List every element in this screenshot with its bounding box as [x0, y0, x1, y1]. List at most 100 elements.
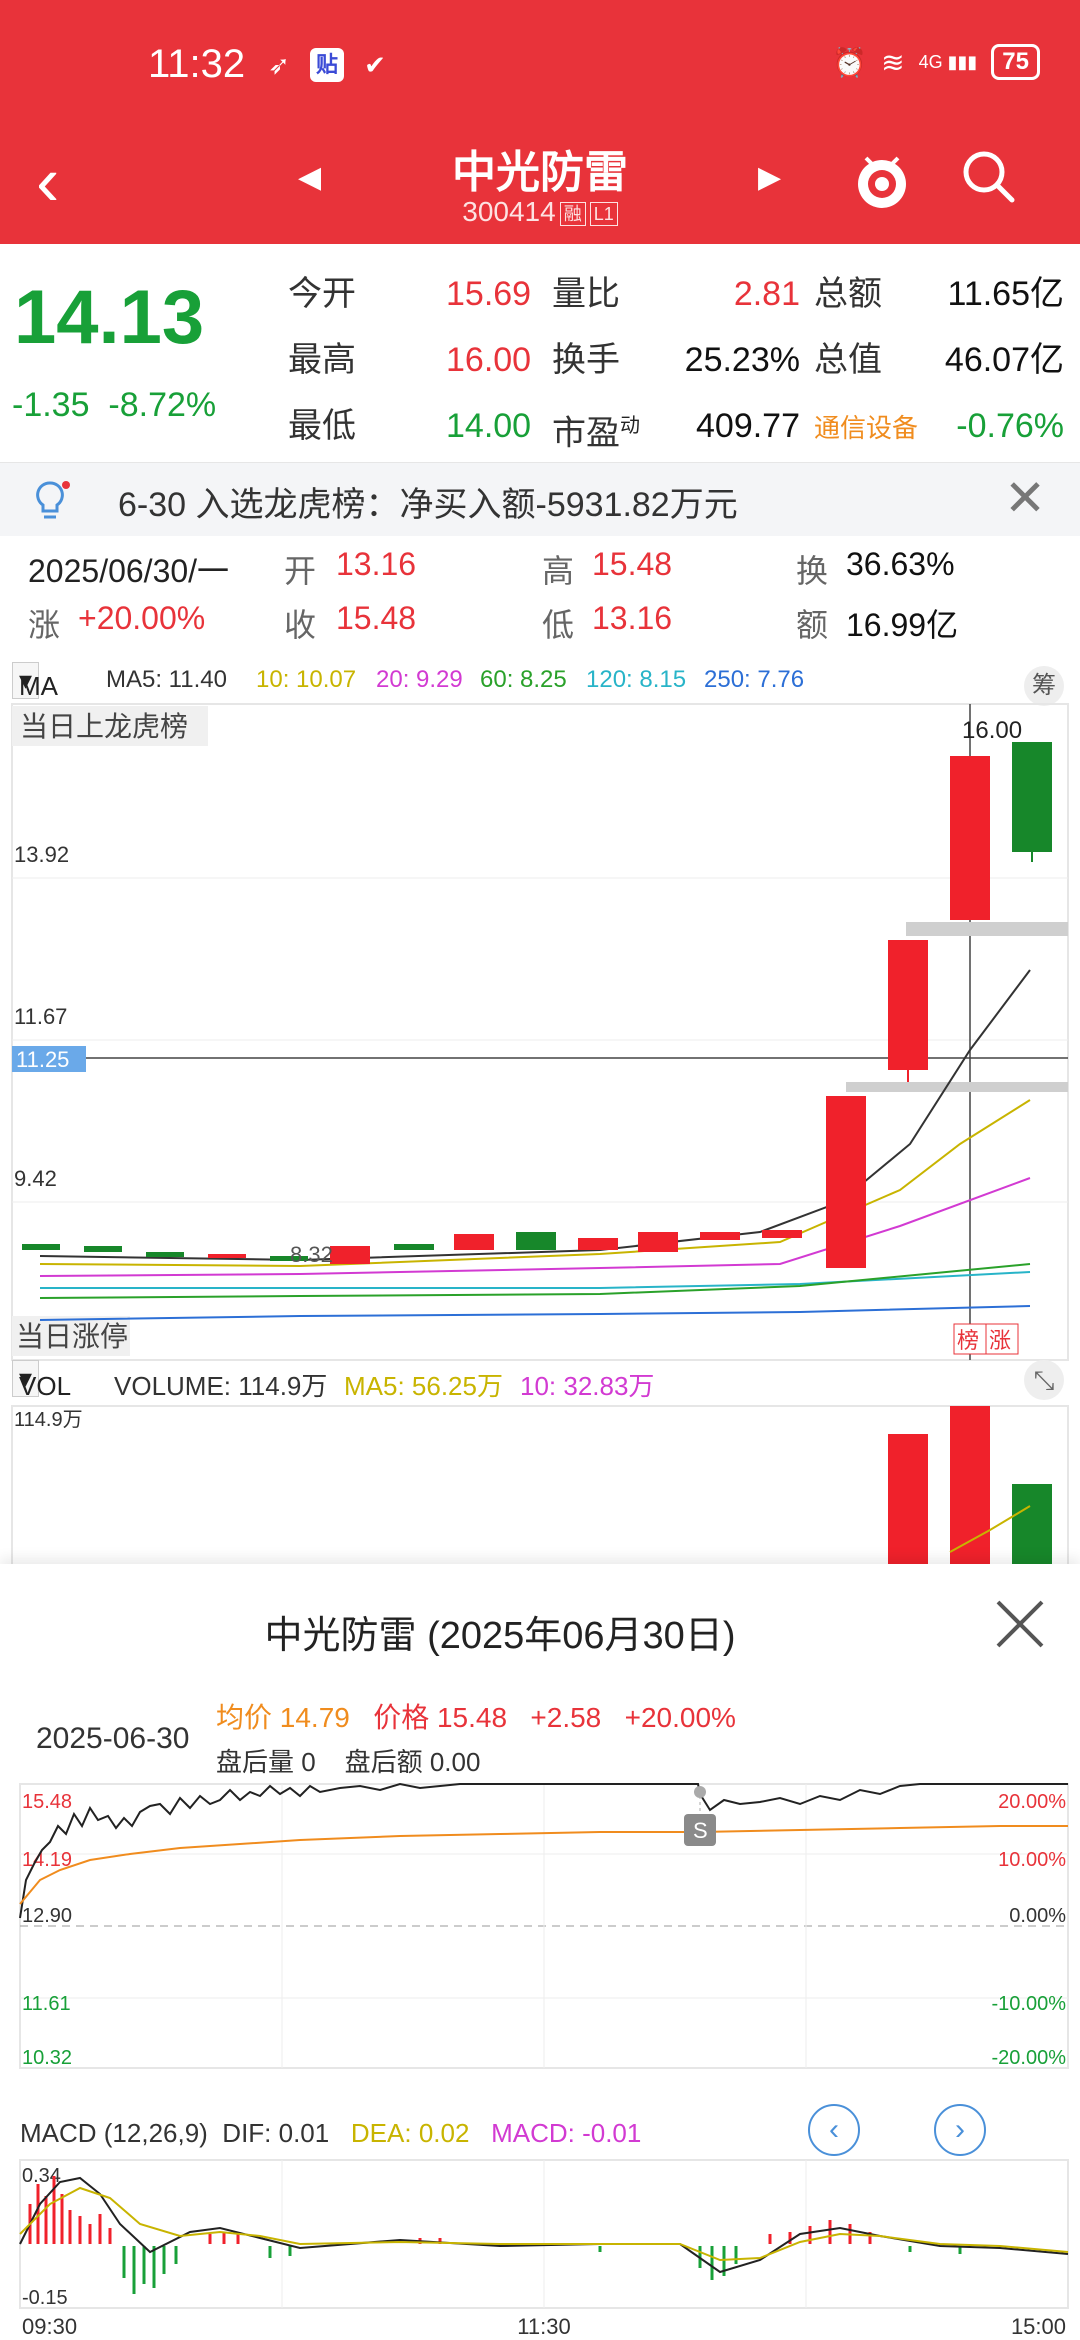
candle [888, 940, 928, 1070]
status-app-icons: ➶ 贴 ✔ [262, 48, 392, 82]
turnover-value: 25.23% [684, 341, 800, 379]
svg-text:10.32: 10.32 [22, 2047, 72, 2069]
battery-icon: 75 [991, 44, 1040, 80]
day-low: 13.16 [592, 600, 673, 636]
kline-chart-area[interactable]: MA ▾ MA5: 11.40 10: 10.07 20: 9.29 60: 8… [0, 650, 1080, 1570]
day-turnover: 36.63% [846, 546, 955, 582]
robot-assistant-icon[interactable] [852, 144, 912, 214]
intraday-sheet: 中光防雷 (2025年06月30日) 2025-06-30 均价 14.79 价… [0, 1564, 1080, 2340]
sector-link[interactable]: 通信设备 [814, 413, 918, 443]
dragon-tiger-notice[interactable]: 6-30 入选龙虎榜：净买入额-5931.82万元 ✕ [0, 462, 1080, 536]
prev-day-button[interactable]: ‹ [808, 2104, 860, 2156]
svg-text:-10.00%: -10.00% [992, 1993, 1067, 2015]
crosshair-price: 11.25 [16, 1047, 69, 1072]
svg-text:15.48: 15.48 [22, 1791, 72, 1813]
high-value: 16.00 [446, 341, 532, 379]
candle [762, 1230, 802, 1238]
quote-col3-values: 11.65亿 46.07亿 -0.76% [930, 264, 1064, 462]
quote-col3: 总额 总值 通信设备 [814, 275, 919, 443]
tieba-icon: 贴 [310, 48, 344, 82]
candle [146, 1252, 184, 1257]
sell-signal-tag: S [693, 1818, 708, 1843]
status-bar: 11:32 ➶ 贴 ✔ ⏰ ≋ 4G ▮▮▮ 75 [0, 0, 1080, 132]
day-close: 15.48 [336, 600, 417, 636]
day-high: 15.48 [592, 546, 673, 582]
price-change: -1.35 -8.72% [12, 386, 217, 424]
status-time: 11:32 [148, 42, 246, 86]
low-value: 14.00 [446, 407, 532, 445]
candle [638, 1232, 678, 1252]
quote-col2-values: 2.81 25.23% 409.77 [676, 264, 800, 462]
pe-value: 409.77 [696, 407, 800, 445]
notice-text: 6-30 入选龙虎榜：净买入额-5931.82万元 [118, 486, 738, 524]
day-info-panel: 2025/06/30/一 开 13.16 高 15.48 换 36.63% 涨 … [0, 538, 1080, 648]
open-value: 15.69 [446, 275, 532, 313]
alarm-icon: ⏰ [832, 46, 868, 78]
candle [700, 1232, 740, 1240]
candle [950, 756, 990, 920]
candle [826, 1096, 866, 1268]
next-stock-icon[interactable]: ▶ [758, 160, 781, 195]
candle [330, 1246, 370, 1264]
candle [394, 1244, 434, 1250]
quote-col1-values: 15.69 16.00 14.00 [446, 264, 531, 462]
volume-bar [1012, 1484, 1052, 1570]
limit-up-tag: 涨 [989, 1328, 1011, 1353]
volume-bar [888, 1434, 928, 1570]
svg-text:09:30: 09:30 [22, 2314, 77, 2339]
next-day-button[interactable]: › [934, 2104, 986, 2156]
close-icon[interactable]: ✕ [1004, 473, 1046, 523]
kline-low-label: 8.32 [290, 1242, 333, 1267]
svg-text:15:00: 15:00 [1011, 2314, 1066, 2339]
day-date: 2025/06/30/一 [28, 553, 230, 589]
quote-col2: 量比 换手 市盈动 [552, 275, 640, 453]
search-icon[interactable] [958, 146, 1018, 206]
quote-col1: 今开 最高 最低 [288, 275, 356, 445]
macd-legend: MACD (12,26,9) DIF: 0.01 DEA: 0.02 MACD:… [20, 2118, 642, 2148]
app-notification-icon-2: ✔ [364, 50, 386, 80]
expand-icon[interactable]: ⤡ [1024, 1360, 1064, 1400]
candle [208, 1254, 246, 1258]
sector-change-value: -0.76% [956, 407, 1064, 445]
kline-high-label: 16.00 [962, 717, 1022, 744]
signal-icon: 4G ▮▮▮ [918, 51, 978, 72]
svg-text:0.00%: 0.00% [1009, 1905, 1066, 1927]
volume-bar [950, 1406, 990, 1570]
candle [22, 1244, 60, 1250]
status-right: ⏰ ≋ 4G ▮▮▮ 75 [832, 44, 1040, 80]
svg-text:20.00%: 20.00% [998, 1791, 1066, 1813]
day-amount: 16.99亿 [846, 607, 959, 643]
candle [578, 1238, 618, 1250]
svg-text:12.90: 12.90 [22, 1905, 72, 1927]
candle [516, 1232, 556, 1250]
svg-text:9.42: 9.42 [14, 1166, 57, 1191]
volume-max-label: 114.9万 [14, 1409, 83, 1431]
candle [1012, 742, 1052, 852]
svg-text:-20.00%: -20.00% [992, 2047, 1067, 2069]
kline-candles [22, 742, 1052, 1268]
candle [454, 1234, 494, 1250]
margin-tag: 融 [559, 201, 586, 226]
volume-legend: VOL ▾ VOLUME: 114.9万 MA5: 56.25万 10: 32.… [0, 1356, 1080, 1406]
amount-value: 11.65亿 [947, 275, 1064, 313]
app-notification-icon: ➶ [268, 50, 290, 80]
dragon-tiger-tag: 榜 [957, 1328, 979, 1353]
kline-bottom-label: 当日涨停 [16, 1321, 128, 1352]
level-tag: L1 [589, 201, 618, 226]
day-open: 13.16 [336, 546, 417, 582]
volume-ratio-value: 2.81 [733, 275, 800, 313]
stock-code: 300414 融 L1 [0, 196, 1080, 228]
intraday-svg: 15.48 14.19 12.90 11.61 10.32 20.00% 10.… [19, 1782, 1069, 2339]
wifi-icon: ≋ [881, 46, 905, 78]
svg-text:11.61: 11.61 [22, 1993, 71, 2015]
market-cap-value: 46.07亿 [944, 341, 1064, 379]
svg-text:13.92: 13.92 [14, 842, 69, 867]
day-rise: +20.00% [78, 600, 206, 636]
quote-panel: 14.13 -1.35 -8.72% 今开 最高 最低 15.69 16.00 … [0, 244, 1080, 460]
vol-selector-button[interactable]: VOL ▾ [12, 1360, 71, 1401]
lightbulb-icon [36, 481, 70, 519]
kline-svg: 当日上龙虎榜 当日涨停 13.92 11.67 9.42 11.25 16.00… [11, 703, 1069, 1570]
stock-name: 中光防雷 [452, 148, 628, 197]
last-price: 14.13 [14, 275, 205, 360]
svg-text:-0.15: -0.15 [22, 2287, 68, 2309]
